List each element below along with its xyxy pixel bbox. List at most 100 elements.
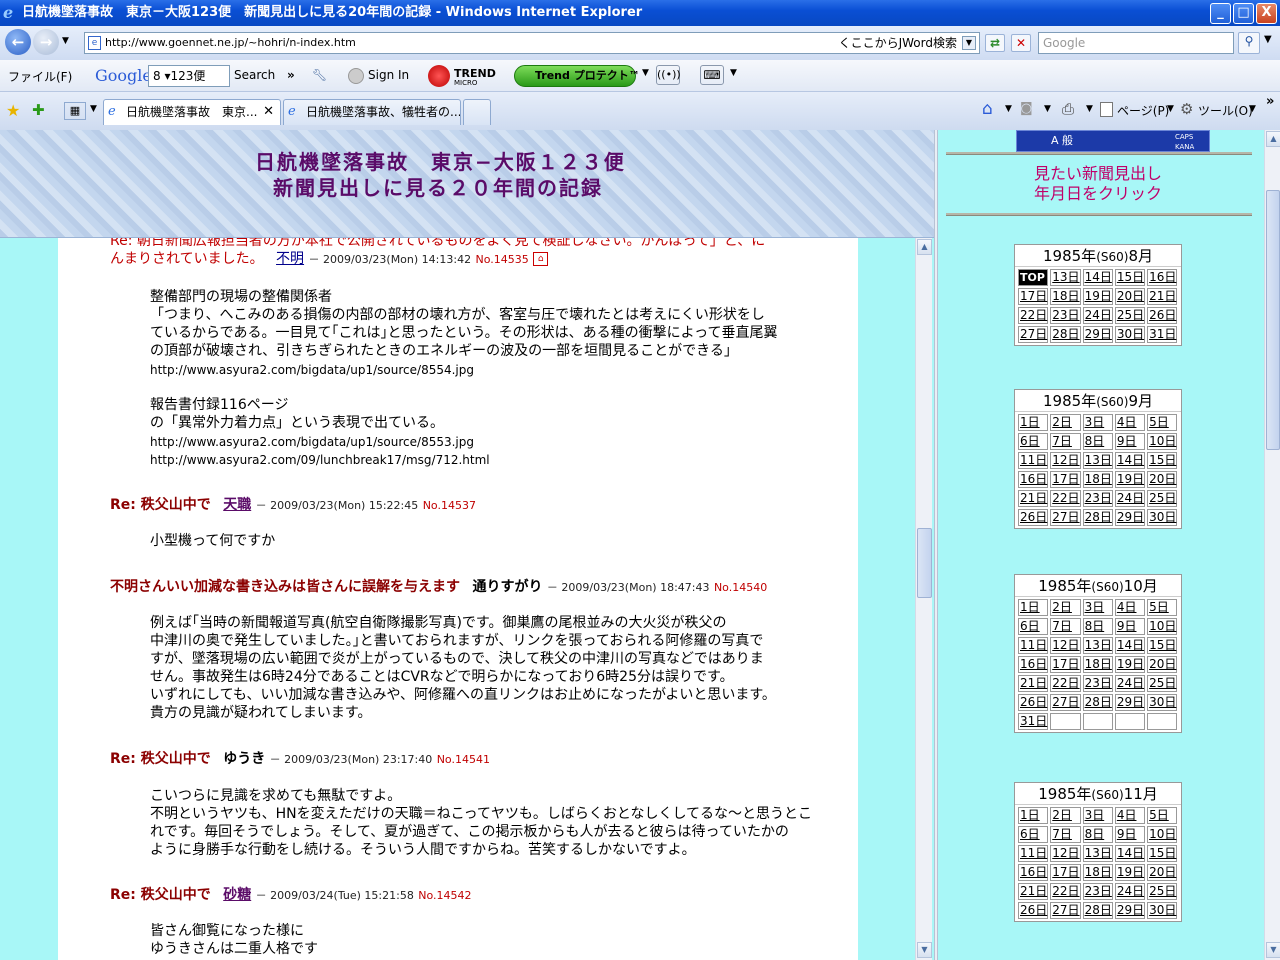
calendar-day-link[interactable]: 12日 — [1050, 452, 1081, 469]
calendar-day-label[interactable]: 20日 — [1117, 289, 1144, 303]
calendar-day-label[interactable]: 15日 — [1149, 453, 1176, 467]
calendar-day-label[interactable]: 13日 — [1085, 846, 1112, 860]
calendar-day-label[interactable]: 23日 — [1085, 884, 1112, 898]
calendar-day-label[interactable]: 20日 — [1149, 865, 1176, 879]
calendar-day-link[interactable]: 25日 — [1147, 490, 1178, 507]
calendar-day-label[interactable]: 21日 — [1149, 289, 1176, 303]
minimize-button[interactable]: _ — [1210, 3, 1231, 24]
calendar-day-label[interactable]: 15日 — [1149, 638, 1176, 652]
calendar-day-label[interactable]: 29日 — [1117, 903, 1144, 917]
quick-tabs-icon[interactable]: ▦ — [64, 102, 86, 120]
sign-in-button[interactable]: Sign In — [368, 68, 409, 82]
calendar-day-link[interactable]: 25日 — [1147, 883, 1178, 900]
calendar-day-label[interactable]: 26日 — [1020, 695, 1047, 709]
calendar-day-link[interactable]: 12日 — [1050, 637, 1081, 654]
calendar-day-label[interactable]: 22日 — [1052, 884, 1079, 898]
calendar-day-link[interactable]: 23日 — [1082, 490, 1113, 507]
calendar-day-link[interactable]: 18日 — [1050, 288, 1081, 305]
maximize-button[interactable]: □ — [1233, 3, 1254, 24]
calendar-day-link[interactable]: 20日 — [1147, 864, 1178, 881]
calendar-day-label[interactable]: 29日 — [1117, 695, 1144, 709]
calendar-day-link[interactable]: 27日 — [1050, 902, 1081, 919]
calendar-day-link[interactable]: 17日 — [1050, 864, 1081, 881]
calendar-day-label[interactable]: 8日 — [1085, 827, 1105, 841]
scroll-down-icon[interactable]: ▼ — [1266, 942, 1280, 958]
calendar-day-label[interactable]: 11日 — [1020, 846, 1047, 860]
new-tab-button[interactable] — [463, 99, 491, 125]
calendar-day-label[interactable]: 31日 — [1149, 327, 1176, 341]
calendar-day-link[interactable]: 28日 — [1082, 902, 1113, 919]
calendar-day-link[interactable]: 30日 — [1147, 694, 1178, 711]
calendar-day-label[interactable]: 25日 — [1149, 676, 1176, 690]
calendar-day-label[interactable]: 17日 — [1052, 865, 1079, 879]
wrench-icon[interactable]: 🔧︎ — [312, 68, 327, 82]
calendar-day-link[interactable]: 21日 — [1018, 490, 1049, 507]
calendar-day-label[interactable]: 29日 — [1117, 510, 1144, 524]
calendar-day-label[interactable]: 23日 — [1085, 676, 1112, 690]
calendar-day-link[interactable]: 7日 — [1050, 826, 1081, 843]
search-input[interactable]: Google — [1038, 32, 1234, 54]
calendar-day-label[interactable]: 26日 — [1020, 903, 1047, 917]
calendar-day-link[interactable]: 28日 — [1050, 326, 1081, 343]
radio-icon[interactable]: ((•)) — [656, 65, 681, 85]
calendar-day-label[interactable]: 13日 — [1052, 270, 1079, 284]
calendar-day-label[interactable]: 14日 — [1117, 846, 1144, 860]
calendar-day-link[interactable]: 9日 — [1114, 433, 1146, 450]
calendar-day-label[interactable]: 4日 — [1117, 415, 1137, 429]
calendar-day-link[interactable]: 20日 — [1147, 656, 1178, 673]
calendar-day-link[interactable]: 24日 — [1114, 675, 1146, 692]
calendar-day-label[interactable]: 15日 — [1117, 270, 1144, 284]
calendar-day-link[interactable]: 8日 — [1082, 826, 1113, 843]
calendar-day-label[interactable]: 30日 — [1117, 327, 1144, 341]
calendar-day-link[interactable]: 3日 — [1082, 807, 1113, 824]
calendar-day-label[interactable]: 28日 — [1052, 327, 1079, 341]
calendar-day-link[interactable]: 24日 — [1114, 490, 1146, 507]
calendar-day-label[interactable]: 1日 — [1020, 808, 1040, 822]
homepage-icon[interactable]: ⌂ — [533, 252, 549, 266]
calendar-day-label[interactable]: 14日 — [1085, 270, 1112, 284]
calendar-day-link[interactable]: 23日 — [1082, 883, 1113, 900]
calendar-day-label[interactable]: 26日 — [1149, 308, 1176, 322]
tab-inactive[interactable]: e 日航機墜落事故、犠牲者の... — [283, 99, 461, 125]
close-button[interactable]: X — [1256, 3, 1277, 24]
calendar-day-link[interactable]: 17日 — [1018, 288, 1049, 305]
calendar-day-label[interactable]: 24日 — [1117, 676, 1144, 690]
calendar-day-label[interactable]: 5日 — [1149, 808, 1169, 822]
trend-dropdown-icon[interactable]: ▼ — [642, 68, 649, 78]
calendar-day-label[interactable]: 28日 — [1085, 510, 1112, 524]
feeds-icon[interactable]: ◙ — [1020, 101, 1033, 116]
scroll-up-icon[interactable]: ▲ — [917, 239, 932, 255]
back-button[interactable]: ← — [5, 29, 31, 55]
ime-mode-label[interactable]: A 般 — [1051, 134, 1073, 147]
calendar-day-label[interactable]: 7日 — [1052, 619, 1072, 633]
calendar-day-label[interactable]: 20日 — [1149, 472, 1176, 486]
calendar-day-label[interactable]: 12日 — [1052, 638, 1079, 652]
calendar-day-label[interactable]: 11日 — [1020, 453, 1047, 467]
calendar-day-link[interactable]: 10日 — [1147, 826, 1178, 843]
calendar-day-link[interactable]: 16日 — [1018, 471, 1049, 488]
calendar-day-label[interactable]: 14日 — [1117, 453, 1144, 467]
calendar-day-link[interactable]: 19日 — [1114, 471, 1146, 488]
calendar-day-link[interactable]: 31日 — [1147, 326, 1178, 343]
calendar-day-link[interactable]: 12日 — [1050, 845, 1081, 862]
calendar-day-link[interactable]: 7日 — [1050, 618, 1081, 635]
calendar-day-link[interactable]: 23日 — [1082, 675, 1113, 692]
calendar-day-label[interactable]: 19日 — [1117, 472, 1144, 486]
calendar-day-link[interactable]: 13日 — [1050, 269, 1081, 286]
calendar-day-link[interactable]: 8日 — [1082, 618, 1113, 635]
calendar-day-link[interactable]: 26日 — [1147, 307, 1178, 324]
calendar-day-link[interactable]: 22日 — [1018, 307, 1049, 324]
calendar-day-label[interactable]: 7日 — [1052, 827, 1072, 841]
calendar-day-link[interactable]: 19日 — [1114, 864, 1146, 881]
print-dropdown-icon[interactable]: ▼ — [1086, 104, 1093, 114]
calendar-day-label[interactable]: 18日 — [1052, 289, 1079, 303]
calendar-day-link[interactable]: 13日 — [1082, 845, 1113, 862]
calendar-day-link[interactable]: 1日 — [1018, 414, 1049, 431]
calendar-day-label[interactable]: 18日 — [1085, 865, 1112, 879]
calendar-day-label[interactable]: 25日 — [1149, 884, 1176, 898]
calendar-day-label[interactable]: 5日 — [1149, 415, 1169, 429]
calendar-day-link[interactable]: 3日 — [1082, 414, 1113, 431]
calendar-day-link[interactable]: 14日 — [1114, 637, 1146, 654]
calendar-day-link[interactable]: 15日 — [1147, 845, 1178, 862]
calendar-day-link[interactable]: 5日 — [1147, 414, 1178, 431]
